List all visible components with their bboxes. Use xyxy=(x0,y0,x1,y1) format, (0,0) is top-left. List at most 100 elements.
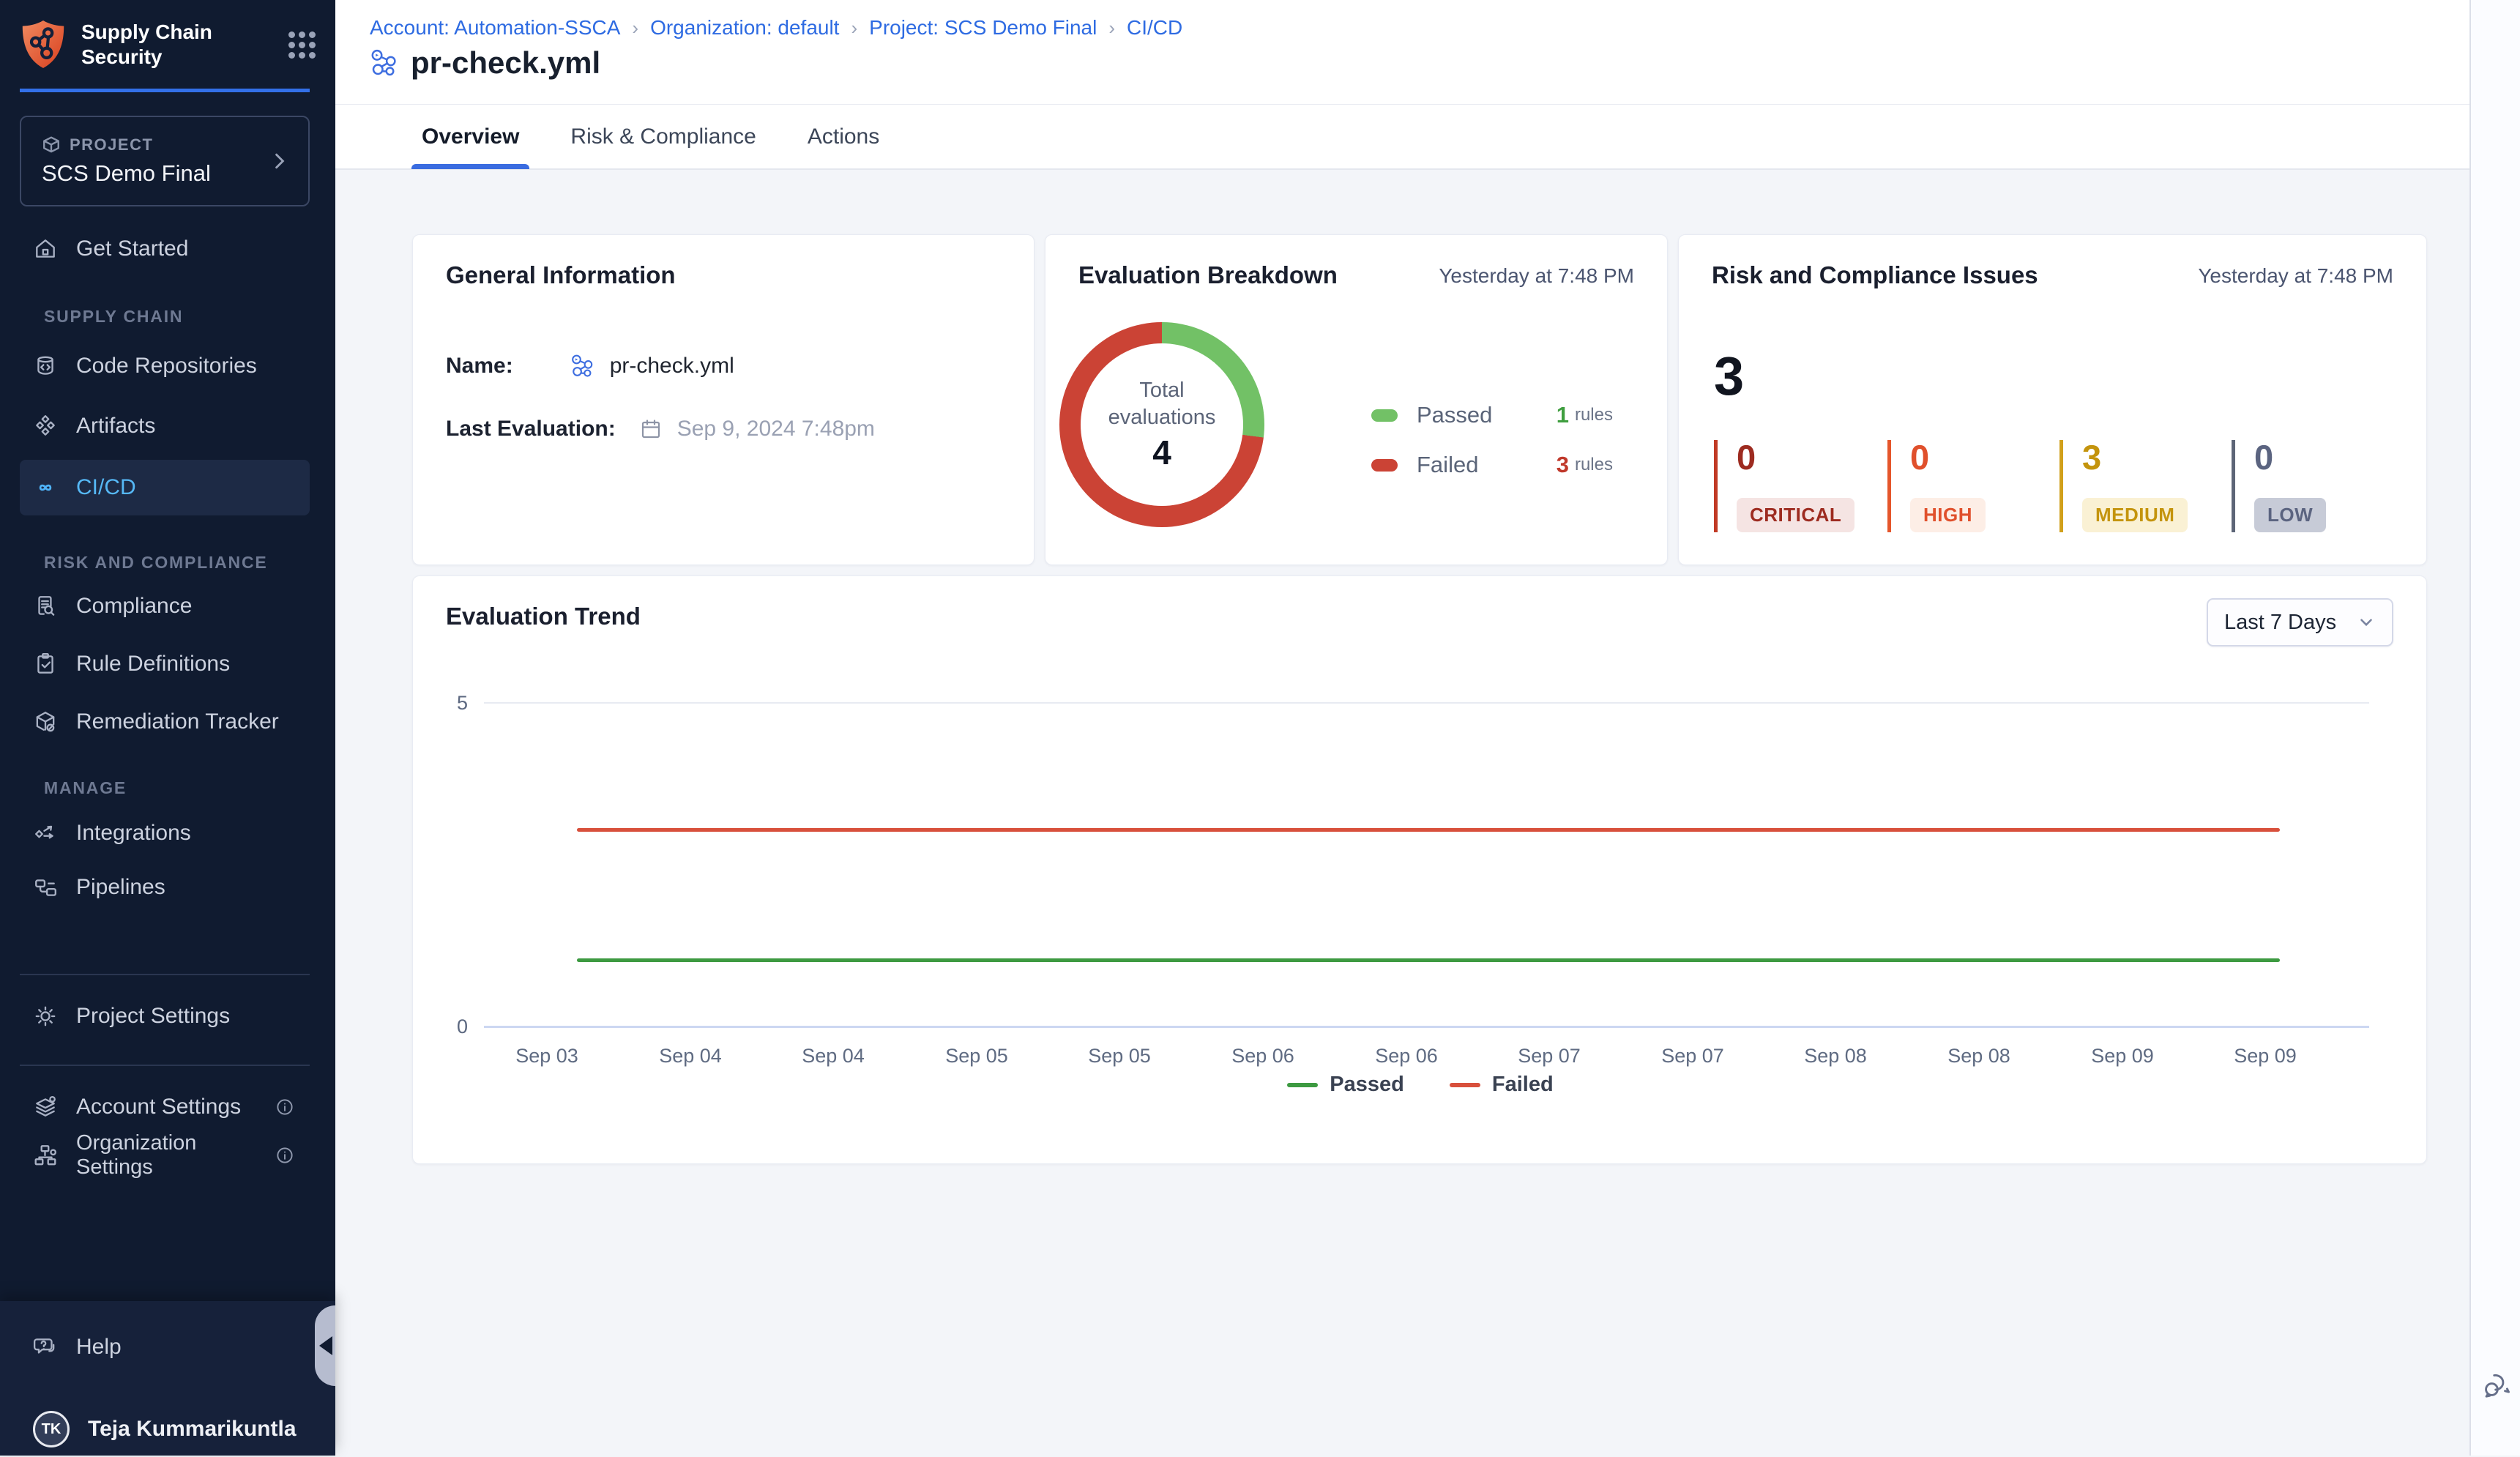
x-tick: Sep 04 xyxy=(782,1045,884,1067)
sidebar-item-account-settings[interactable]: Account Settings xyxy=(0,1079,335,1135)
critical-badge: CRITICAL xyxy=(1737,498,1854,532)
home-icon xyxy=(33,236,58,261)
tab-overview[interactable]: Overview xyxy=(417,104,523,169)
failed-rules-count: 3 xyxy=(1557,452,1569,478)
evaluation-trend-card: Evaluation Trend Last 7 Days 5 0 Sep 03 … xyxy=(412,575,2427,1164)
card-title: General Information xyxy=(446,261,676,289)
tab-bar: Overview Risk & Compliance Actions xyxy=(335,105,2469,170)
trend-legend: Passed Failed xyxy=(413,1073,2428,1097)
app-logo: Supply Chain Security xyxy=(20,13,316,76)
breadcrumb-project[interactable]: Project: SCS Demo Final xyxy=(869,16,1097,40)
chevron-down-icon xyxy=(2357,613,2376,632)
tab-risk-compliance[interactable]: Risk & Compliance xyxy=(566,104,760,169)
org-gear-icon xyxy=(33,1143,58,1168)
sidebar-item-get-started[interactable]: Get Started xyxy=(0,221,335,277)
passed-legend-swatch xyxy=(1287,1083,1318,1087)
code-repo-icon xyxy=(33,354,58,379)
app-switcher-icon[interactable] xyxy=(288,31,316,59)
sidebar-item-label: Integrations xyxy=(76,821,191,846)
last-evaluation-label: Last Evaluation: xyxy=(446,417,616,441)
sidebar-item-pipelines[interactable]: Pipelines xyxy=(0,860,335,915)
x-tick: Sep 09 xyxy=(2071,1045,2174,1067)
breadcrumb-account[interactable]: Account: Automation-SSCA xyxy=(370,16,620,40)
sidebar: Supply Chain Security PROJECT SCS Demo F… xyxy=(0,0,335,1456)
cube-icon xyxy=(42,135,61,154)
x-tick: Sep 08 xyxy=(1928,1045,2030,1067)
gridline-top xyxy=(484,702,2369,704)
last-evaluation-value: Sep 9, 2024 7:48pm xyxy=(677,417,875,441)
high-badge: HIGH xyxy=(1910,498,1986,532)
section-header-supply-chain: SUPPLY CHAIN xyxy=(44,302,183,331)
evaluation-breakdown-card: Evaluation Breakdown Yesterday at 7:48 P… xyxy=(1045,234,1668,565)
medium-count: 3 xyxy=(2082,440,2188,474)
date-range-select[interactable]: Last 7 Days xyxy=(2207,598,2393,646)
sidebar-item-artifacts[interactable]: Artifacts xyxy=(0,398,335,454)
sidebar-divider xyxy=(20,974,310,975)
legend-item-passed: Passed 1 rules xyxy=(1371,402,1613,428)
artifacts-icon xyxy=(33,414,58,439)
user-name: Teja Kummarikuntla xyxy=(88,1417,297,1442)
x-tick: Sep 06 xyxy=(1355,1045,1458,1067)
project-name: SCS Demo Final xyxy=(42,160,211,187)
sidebar-item-label: Help xyxy=(76,1335,122,1360)
info-icon[interactable] xyxy=(275,1145,295,1166)
evaluations-donut-chart: Total evaluations 4 xyxy=(1059,322,1264,527)
sidebar-item-compliance[interactable]: Compliance xyxy=(0,578,335,634)
rules-unit: rules xyxy=(1575,405,1613,425)
chat-support-icon[interactable] xyxy=(2481,1369,2512,1400)
sidebar-item-project-settings[interactable]: Project Settings xyxy=(0,988,335,1044)
sidebar-collapse-button[interactable] xyxy=(315,1305,335,1386)
sidebar-accent-divider xyxy=(20,89,310,92)
card-timestamp: Yesterday at 7:48 PM xyxy=(1439,264,1634,288)
general-information-card: General Information Name: pr-check.yml L… xyxy=(412,234,1035,565)
low-badge: LOW xyxy=(2254,498,2326,532)
passed-rules-count: 1 xyxy=(1557,402,1569,428)
sidebar-item-rule-definitions[interactable]: Rule Definitions xyxy=(0,636,335,692)
info-icon[interactable] xyxy=(275,1097,295,1117)
y-tick-max: 5 xyxy=(428,692,468,715)
sidebar-item-label: Pipelines xyxy=(76,875,165,900)
user-menu[interactable]: TK Teja Kummarikuntla xyxy=(0,1401,335,1457)
sidebar-item-code-repositories[interactable]: Code Repositories xyxy=(0,338,335,394)
severity-low: 0 LOW xyxy=(2232,440,2326,532)
collapse-arrow-icon xyxy=(319,1336,332,1355)
breadcrumb-organization[interactable]: Organization: default xyxy=(650,16,839,40)
breadcrumb-separator: › xyxy=(1108,17,1115,40)
sidebar-item-label: Remediation Tracker xyxy=(76,709,279,734)
sidebar-item-label: Artifacts xyxy=(76,414,155,439)
sidebar-item-label: Code Repositories xyxy=(76,354,257,379)
remediation-box-icon xyxy=(33,709,58,734)
failed-legend-swatch xyxy=(1371,459,1398,472)
tab-actions[interactable]: Actions xyxy=(803,104,884,169)
x-tick: Sep 05 xyxy=(925,1045,1028,1067)
severity-medium: 3 MEDIUM xyxy=(2059,440,2188,532)
breadcrumb: Account: Automation-SSCA › Organization:… xyxy=(370,16,1182,40)
workflow-icon xyxy=(570,354,595,379)
sidebar-item-organization-settings[interactable]: Organization Settings xyxy=(0,1128,335,1183)
passed-legend-swatch xyxy=(1371,409,1398,422)
sidebar-item-label: CI/CD xyxy=(76,475,136,500)
sidebar-item-help[interactable]: Help xyxy=(0,1319,335,1375)
right-utility-strip xyxy=(2469,0,2520,1456)
sidebar-item-label: Compliance xyxy=(76,594,192,619)
legend-item-failed: Failed xyxy=(1450,1073,1554,1097)
breadcrumb-separator: › xyxy=(632,17,638,40)
sidebar-divider xyxy=(20,1065,310,1066)
help-chat-icon xyxy=(33,1335,58,1360)
section-header-manage: MANAGE xyxy=(44,773,127,802)
calendar-icon xyxy=(639,417,663,441)
section-header-risk-and-compliance: RISK AND COMPLIANCE xyxy=(44,548,268,577)
avatar: TK xyxy=(33,1411,70,1447)
shield-logo-icon xyxy=(20,19,67,70)
sidebar-item-label: Organization Settings xyxy=(76,1131,256,1180)
breadcrumb-cicd[interactable]: CI/CD xyxy=(1127,16,1182,40)
sidebar-item-cicd[interactable]: CI/CD xyxy=(20,460,310,515)
sidebar-item-integrations[interactable]: Integrations xyxy=(0,805,335,861)
passed-series-line xyxy=(577,958,2280,962)
app-window: Supply Chain Security PROJECT SCS Demo F… xyxy=(0,0,2520,1456)
total-issues-value: 3 xyxy=(1714,345,1744,407)
x-tick: Sep 09 xyxy=(2214,1045,2316,1067)
sidebar-item-remediation-tracker[interactable]: Remediation Tracker xyxy=(0,694,335,750)
donut-center-label: Total xyxy=(1108,377,1216,404)
project-selector[interactable]: PROJECT SCS Demo Final xyxy=(20,116,310,206)
